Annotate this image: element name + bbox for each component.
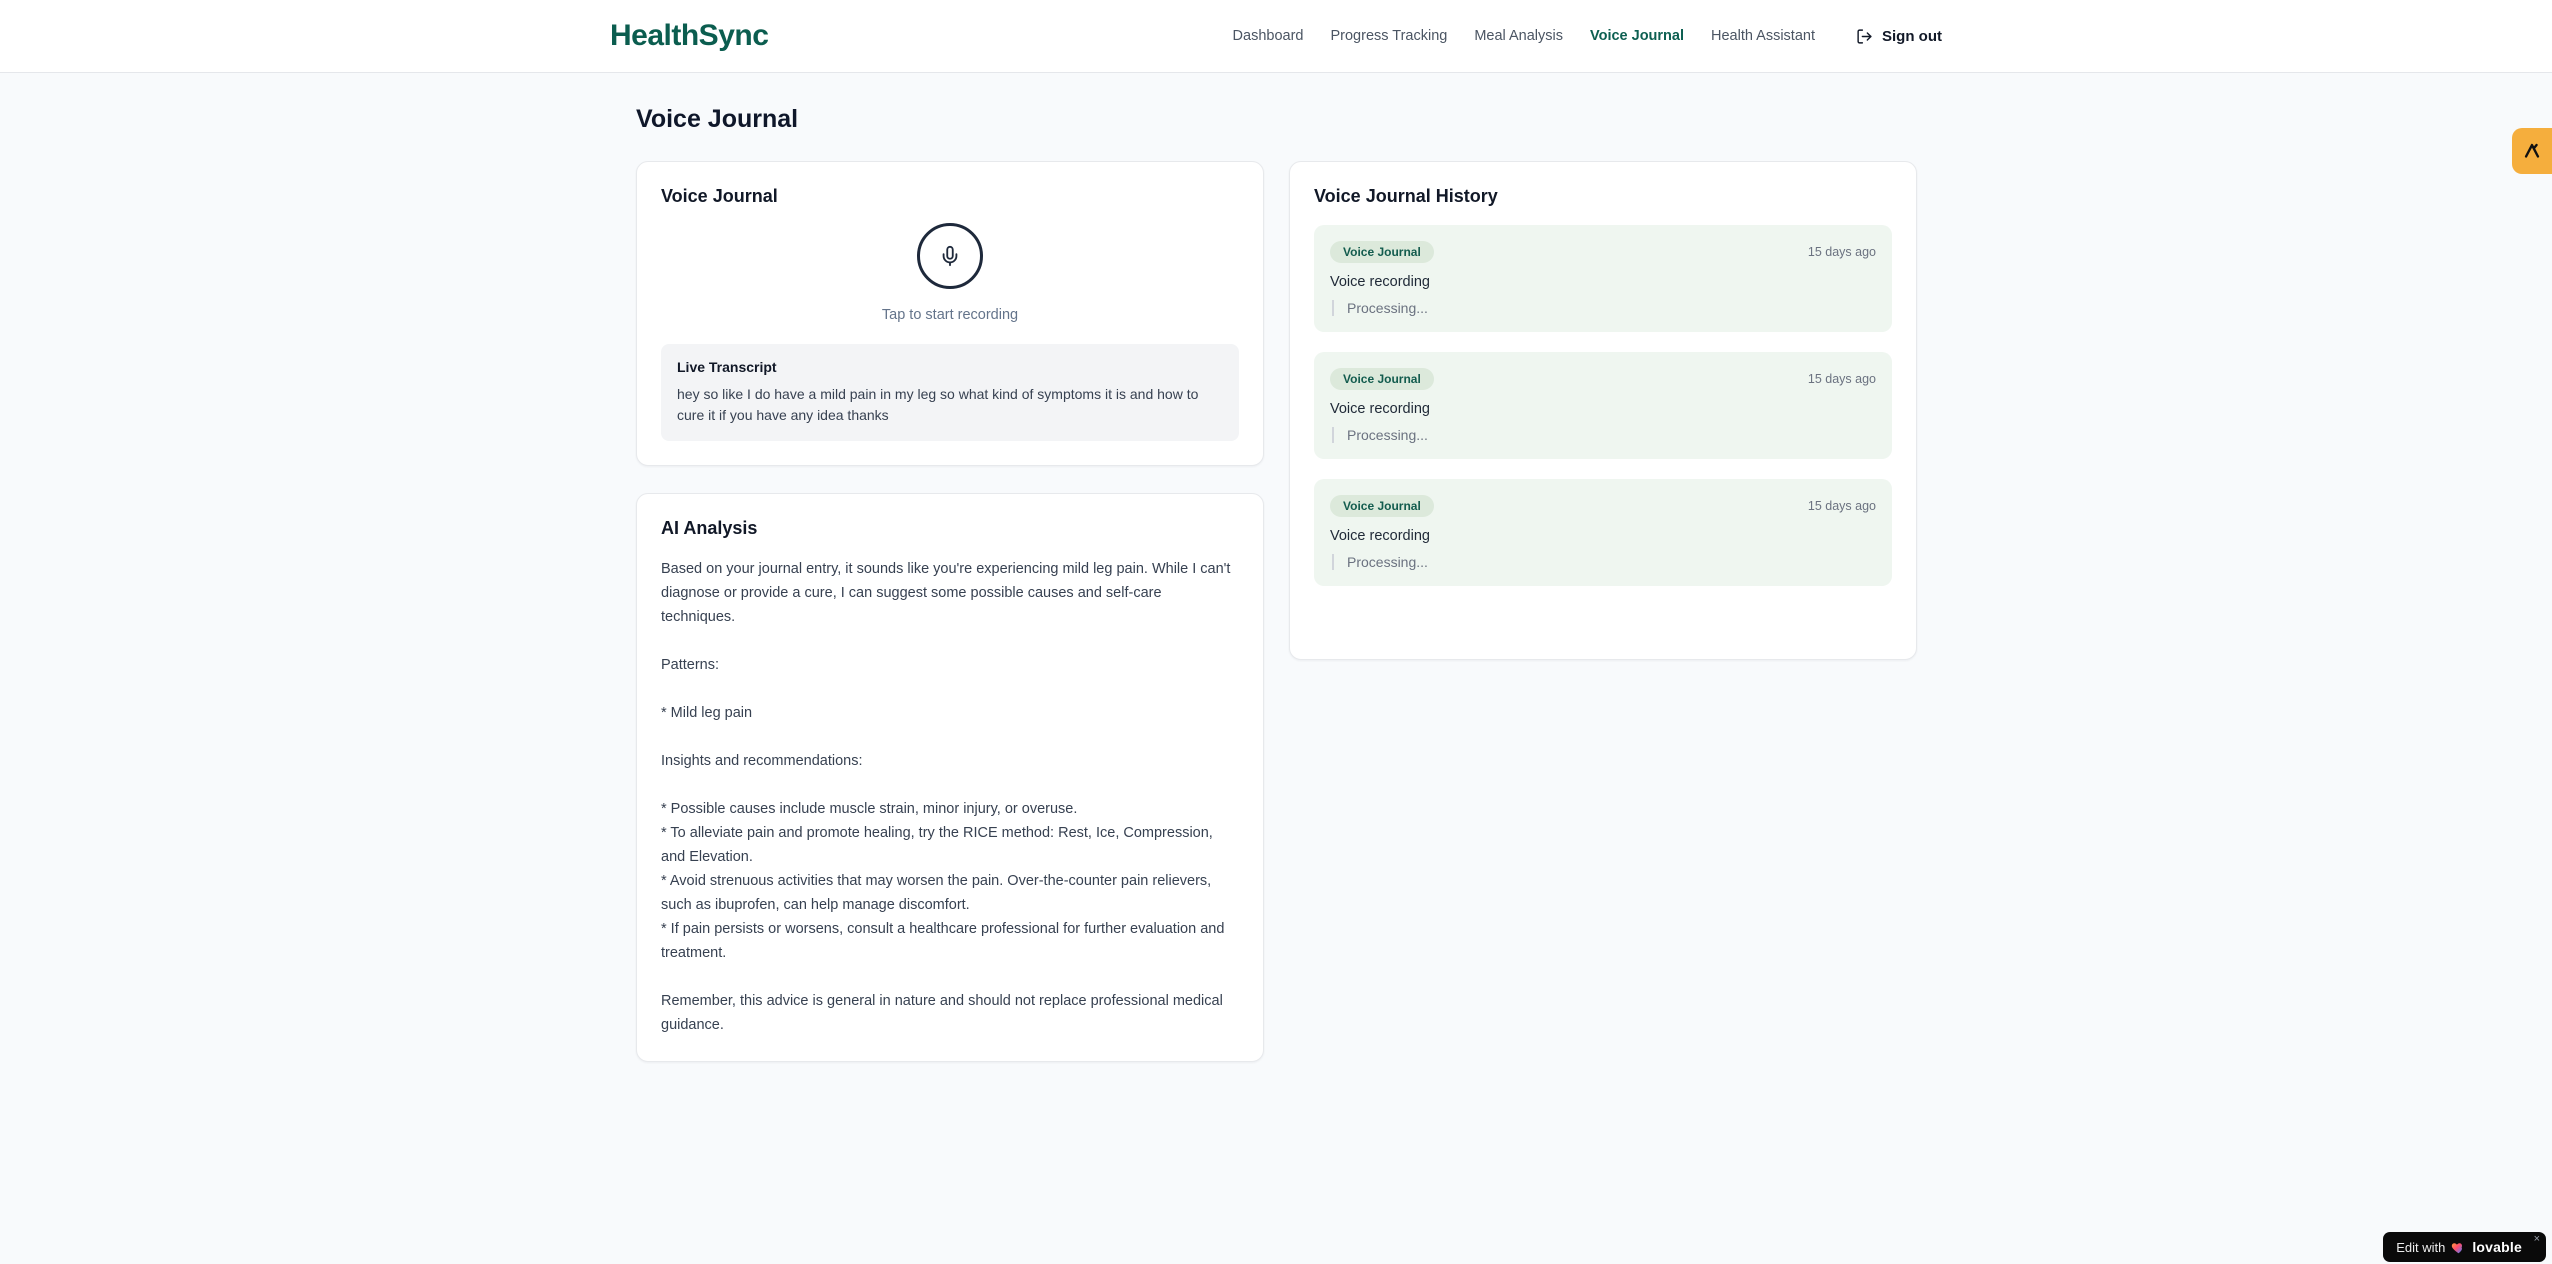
- entry-type-badge: Voice Journal: [1330, 495, 1434, 517]
- sign-out-button[interactable]: Sign out: [1856, 28, 1942, 45]
- edit-badge-brand: lovable: [2472, 1239, 2522, 1255]
- lovable-logo-icon: [2524, 143, 2540, 158]
- brand-logo[interactable]: HealthSync: [610, 19, 769, 53]
- tap-to-record-hint: Tap to start recording: [881, 307, 1019, 323]
- nav-item-dashboard[interactable]: Dashboard: [1233, 28, 1304, 44]
- entry-title: Voice recording: [1330, 528, 1430, 544]
- live-transcript-panel: Live Transcript hey so like I do have a …: [661, 344, 1239, 441]
- live-transcript-text: hey so like I do have a mild pain in my …: [677, 386, 1199, 423]
- history-entry[interactable]: Voice Journal 15 days ago Voice recordin…: [1314, 479, 1892, 586]
- main-content: Voice Journal Voice Journal Tap to start…: [636, 73, 1917, 1062]
- recorder-card-title: Voice Journal: [661, 186, 778, 206]
- entry-title: Voice recording: [1330, 401, 1430, 417]
- side-widget-tab[interactable]: [2512, 128, 2552, 174]
- entry-timestamp: 15 days ago: [1807, 245, 1876, 259]
- history-card-title: Voice Journal History: [1314, 186, 1498, 206]
- nav-item-meal-analysis[interactable]: Meal Analysis: [1474, 28, 1563, 44]
- microphone-icon: [942, 245, 958, 267]
- main-nav: Dashboard Progress Tracking Meal Analysi…: [1233, 28, 1942, 45]
- sign-out-label: Sign out: [1882, 27, 1942, 45]
- voice-recorder-card: Voice Journal Tap to start recording Liv…: [636, 161, 1264, 466]
- nav-item-health-assistant[interactable]: Health Assistant: [1711, 28, 1815, 44]
- entry-type-badge: Voice Journal: [1330, 241, 1434, 263]
- history-entry[interactable]: Voice Journal 15 days ago Voice recordin…: [1314, 225, 1892, 332]
- record-button[interactable]: [917, 223, 983, 289]
- entry-title: Voice recording: [1330, 274, 1430, 290]
- entry-timestamp: 15 days ago: [1807, 499, 1876, 513]
- live-transcript-title: Live Transcript: [677, 359, 777, 375]
- left-column: Voice Journal Tap to start recording Liv…: [636, 161, 1264, 1062]
- edit-badge-prefix: Edit with: [2396, 1239, 2446, 1255]
- entry-status: Processing...: [1332, 554, 1876, 570]
- entry-status: Processing...: [1332, 427, 1876, 443]
- entry-status: Processing...: [1332, 300, 1876, 316]
- edit-with-lovable-badge[interactable]: Edit with lovable ×: [2383, 1232, 2546, 1262]
- history-entry[interactable]: Voice Journal 15 days ago Voice recordin…: [1314, 352, 1892, 459]
- close-icon[interactable]: ×: [2534, 1234, 2540, 1245]
- gradient-heart-icon: [2452, 1243, 2463, 1254]
- ai-analysis-text: Based on your journal entry, it sounds l…: [661, 561, 1231, 1033]
- entry-type-badge: Voice Journal: [1330, 368, 1434, 390]
- ai-analysis-title: AI Analysis: [661, 518, 758, 538]
- nav-item-progress-tracking[interactable]: Progress Tracking: [1330, 28, 1447, 44]
- voice-journal-history-card: Voice Journal History Voice Journal 15 d…: [1289, 161, 1917, 660]
- nav-item-voice-journal[interactable]: Voice Journal: [1590, 28, 1684, 44]
- entry-timestamp: 15 days ago: [1807, 372, 1876, 386]
- header: HealthSync Dashboard Progress Tracking M…: [0, 0, 2552, 73]
- page-title: Voice Journal: [636, 105, 799, 133]
- ai-analysis-card: AI Analysis Based on your journal entry,…: [636, 493, 1264, 1062]
- logout-icon: [1857, 28, 1872, 44]
